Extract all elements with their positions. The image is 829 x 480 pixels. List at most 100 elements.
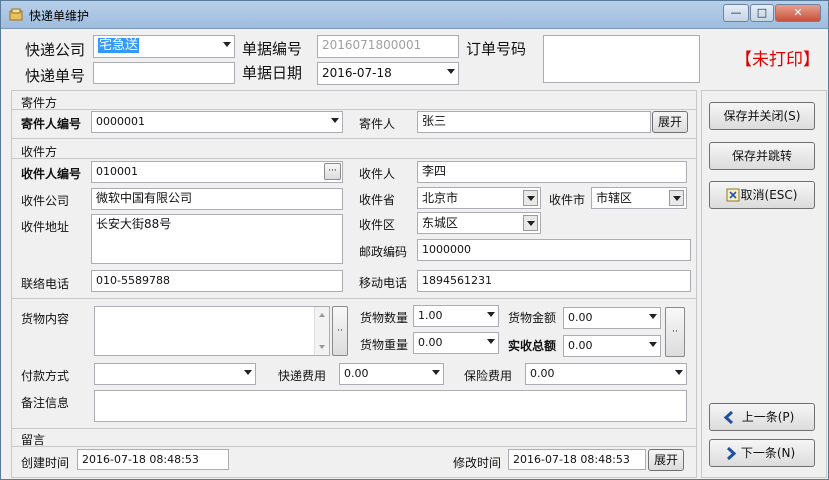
phone-label: 联络电话: [21, 277, 70, 291]
address-input[interactable]: 长安大街88号: [91, 214, 343, 264]
province-label: 收件省: [359, 193, 396, 207]
receiver-label: 收件人: [359, 167, 396, 181]
chevron-down-icon[interactable]: [447, 69, 455, 74]
app-icon: [9, 8, 23, 21]
scroll-up-icon[interactable]: [319, 313, 325, 317]
payment-label: 付款方式: [21, 369, 70, 383]
cancel-icon: [726, 188, 740, 202]
maximize-button[interactable]: □: [750, 4, 774, 22]
footer-expand-button[interactable]: 展开: [648, 449, 684, 471]
doc-number-label: 单据编号: [242, 40, 303, 58]
weight-value: 0.00: [418, 336, 443, 349]
express-company-select[interactable]: 宅急送: [93, 35, 235, 58]
doc-date-picker[interactable]: 2016-07-18: [317, 62, 459, 85]
order-number-input[interactable]: [543, 35, 700, 83]
scrollbar[interactable]: [314, 307, 329, 355]
divider: [12, 428, 696, 429]
sender-id-label: 寄件人编号: [21, 117, 82, 131]
scroll-down-icon[interactable]: [319, 345, 325, 349]
postcode-label: 邮政编码: [359, 245, 408, 259]
address-label: 收件地址: [21, 220, 70, 234]
sender-expand-button[interactable]: 展开: [652, 111, 688, 133]
payment-select[interactable]: [94, 363, 256, 385]
chevron-down-icon[interactable]: [244, 370, 252, 375]
print-status-badge: 【未打印】: [735, 50, 820, 70]
modified-label: 修改时间: [453, 456, 502, 470]
total-label: 实收总额: [508, 339, 557, 353]
province-value: 北京市: [422, 191, 459, 205]
qty-select[interactable]: 1.00: [413, 305, 499, 327]
title-bar[interactable]: 快递单维护 — □ ✕: [1, 1, 828, 29]
city-select[interactable]: 市辖区: [591, 187, 687, 209]
sender-id-select[interactable]: 0000001: [91, 111, 343, 133]
chevron-down-icon[interactable]: [487, 339, 495, 344]
window-title: 快递单维护: [29, 9, 90, 23]
receiver-lookup-button[interactable]: ···: [324, 163, 341, 180]
receiver-company-input[interactable]: 微软中国有限公司: [91, 188, 343, 210]
fee-select[interactable]: 0.00: [339, 363, 444, 385]
amount-value: 0.00: [568, 311, 593, 324]
divider: [12, 138, 696, 139]
sender-input[interactable]: 张三: [417, 111, 651, 133]
chevron-down-icon[interactable]: [669, 190, 684, 206]
save-next-button[interactable]: 保存并跳转: [709, 142, 815, 170]
cancel-label: 取消(ESC): [740, 188, 798, 202]
prev-label: 上一条(P): [741, 410, 795, 424]
close-button[interactable]: ✕: [775, 4, 821, 22]
save-close-button[interactable]: 保存并关闭(S): [709, 102, 815, 130]
divider: [12, 298, 696, 299]
order-number-label: 订单号码: [466, 40, 527, 58]
doc-date-label: 单据日期: [242, 64, 303, 82]
minimize-button[interactable]: —: [723, 4, 749, 22]
phone-input[interactable]: 010-5589788: [91, 270, 343, 292]
receiver-company-label: 收件公司: [21, 194, 70, 208]
chevron-down-icon[interactable]: [675, 370, 683, 375]
chevron-right-icon: [726, 447, 736, 460]
chevron-down-icon[interactable]: [223, 42, 231, 47]
receiver-id-input[interactable]: 010001: [91, 161, 343, 183]
express-number-input[interactable]: [93, 62, 235, 84]
receiver-id-label: 收件人编号: [21, 167, 82, 181]
amount-lookup-button[interactable]: ··: [665, 307, 685, 357]
city-label: 收件市: [549, 193, 586, 207]
chevron-down-icon[interactable]: [487, 312, 495, 317]
mobile-label: 移动电话: [359, 276, 408, 290]
amount-label: 货物金额: [508, 311, 557, 325]
prev-button[interactable]: 上一条(P): [709, 403, 815, 431]
divider: [12, 158, 696, 159]
insurance-label: 保险费用: [464, 369, 513, 383]
next-label: 下一条(N): [740, 446, 796, 460]
content-textarea[interactable]: [94, 306, 330, 356]
province-select[interactable]: 北京市: [417, 187, 541, 209]
sender-label: 寄件人: [359, 117, 396, 131]
chevron-down-icon[interactable]: [649, 314, 657, 319]
cancel-button[interactable]: 取消(ESC): [709, 181, 815, 209]
created-field: 2016-07-18 08:48:53: [77, 449, 229, 470]
dialog-window: 快递单维护 — □ ✕ 快递公司 宅急送 快递单号 单据编号 201607180…: [0, 0, 829, 480]
sender-id-value: 0000001: [96, 115, 145, 128]
chevron-down-icon[interactable]: [649, 342, 657, 347]
fee-label: 快递费用: [278, 369, 327, 383]
content-lookup-button[interactable]: ··: [332, 306, 348, 356]
chevron-down-icon[interactable]: [523, 190, 538, 206]
express-number-label: 快递单号: [25, 67, 86, 85]
weight-select[interactable]: 0.00: [413, 332, 499, 354]
chevron-down-icon[interactable]: [523, 215, 538, 231]
district-label: 收件区: [359, 218, 396, 232]
qty-value: 1.00: [418, 309, 443, 322]
postcode-input[interactable]: 1000000: [417, 239, 691, 261]
express-company-value: 宅急送: [98, 38, 140, 53]
total-select[interactable]: 0.00: [563, 335, 661, 357]
chevron-down-icon[interactable]: [432, 370, 440, 375]
mobile-input[interactable]: 1894561231: [417, 270, 691, 292]
receiver-input[interactable]: 李四: [417, 161, 687, 183]
next-button[interactable]: 下一条(N): [709, 439, 815, 467]
remark-label: 备注信息: [21, 396, 70, 410]
district-select[interactable]: 东城区: [417, 212, 541, 234]
chevron-down-icon[interactable]: [331, 118, 339, 123]
amount-select[interactable]: 0.00: [563, 307, 661, 329]
remark-input[interactable]: [94, 390, 687, 422]
insurance-select[interactable]: 0.00: [525, 363, 687, 385]
weight-label: 货物重量: [360, 338, 409, 352]
total-value: 0.00: [568, 339, 593, 352]
